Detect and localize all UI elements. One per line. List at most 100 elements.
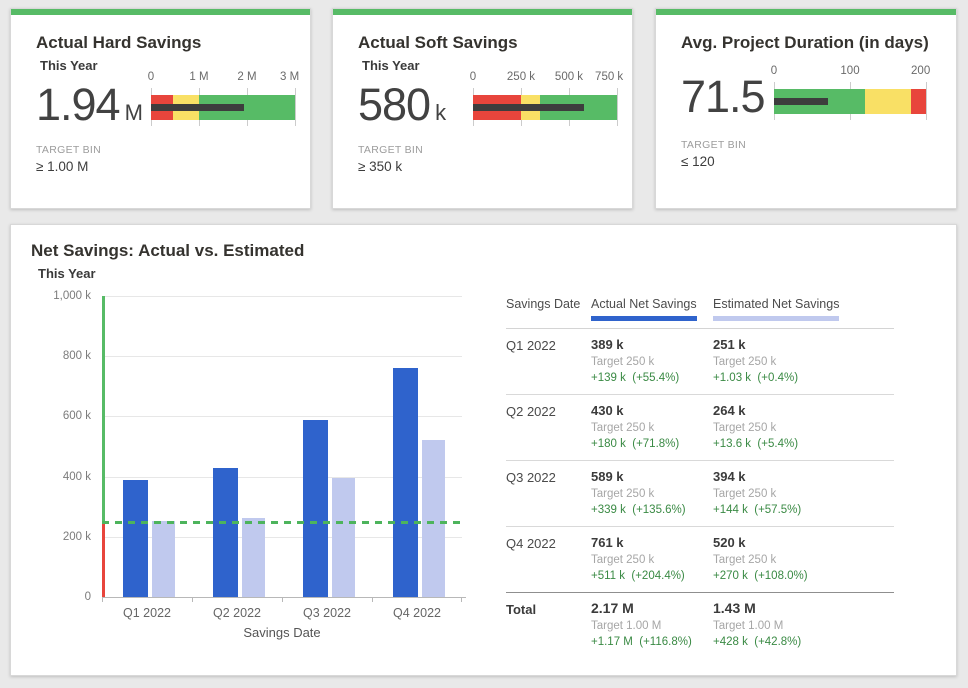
chart-subtitle: This Year: [38, 266, 96, 281]
cell-variance: +1.03 k (+0.4%): [713, 372, 894, 385]
bar-estimated-q2-2022[interactable]: [242, 518, 265, 597]
x-axis-tick: [192, 597, 193, 602]
target-bin-label: TARGET BIN: [681, 139, 746, 151]
cell-target: Target 1.00 M: [591, 620, 713, 633]
card-accent-bar: [333, 9, 632, 15]
bullet-segment-yellow: [865, 89, 911, 114]
bar-actual-q3-2022[interactable]: [303, 420, 328, 597]
x-axis-label: Q1 2022: [102, 606, 192, 620]
x-axis-tick: [461, 597, 462, 602]
bullet-tick-label: 750 k: [595, 71, 623, 83]
legend-swatch-actual: [591, 316, 697, 321]
x-axis-label: Q2 2022: [192, 606, 282, 620]
x-axis-tick: [102, 597, 103, 602]
table-row-q1-2022[interactable]: Q1 2022389 kTarget 250 k+139 k (+55.4%)2…: [506, 329, 894, 395]
bullet-segment-red: [911, 89, 926, 114]
bar-actual-q1-2022[interactable]: [123, 480, 148, 597]
kpi-card-actual-soft-savings: Actual Soft Savings This Year 580k 0250 …: [332, 8, 633, 209]
cell-target: Target 250 k: [591, 356, 713, 369]
row-label: Q3 2022: [506, 469, 591, 517]
target-bin-label: TARGET BIN: [36, 144, 101, 156]
cell-value: 1.43 M: [713, 601, 894, 616]
y-axis-label: 1,000 k: [53, 290, 91, 302]
cell-actual: 761 kTarget 250 k+511 k (+204.4%): [591, 535, 713, 583]
cell-value: 251 k: [713, 337, 894, 352]
x-axis-tick: [372, 597, 373, 602]
card-title: Actual Hard Savings: [36, 33, 201, 53]
cell-variance: +144 k (+57.5%): [713, 504, 894, 517]
cell-value: 589 k: [591, 469, 713, 484]
bar-actual-q4-2022[interactable]: [393, 368, 418, 597]
bullet-tick-label: 100: [840, 65, 859, 77]
card-subtitle: This Year: [362, 58, 420, 73]
y-axis-line-above-target: [102, 296, 105, 522]
table-row-q2-2022[interactable]: Q2 2022430 kTarget 250 k+180 k (+71.8%)2…: [506, 395, 894, 461]
target-bin-value: ≥ 1.00 M: [36, 159, 88, 174]
cell-value: 394 k: [713, 469, 894, 484]
savings-table-header: Savings Date Actual Net Savings Estimate…: [506, 297, 894, 329]
x-axis-line: [102, 597, 466, 598]
x-axis-title: Savings Date: [102, 625, 462, 640]
cell-value: 389 k: [591, 337, 713, 352]
bullet-tick-label: 0: [771, 65, 777, 77]
cell-value: 264 k: [713, 403, 894, 418]
table-row-q4-2022[interactable]: Q4 2022761 kTarget 250 k+511 k (+204.4%)…: [506, 527, 894, 592]
bar-estimated-q1-2022[interactable]: [152, 521, 175, 597]
row-label: Q1 2022: [506, 337, 591, 385]
cell-target: Target 250 k: [713, 554, 894, 567]
y-axis-line-below-target: [102, 522, 105, 597]
gridline: [102, 296, 462, 297]
kpi-card-actual-hard-savings: Actual Hard Savings This Year 1.94M 01 M…: [10, 8, 311, 209]
cell-actual: 589 k Target 250 k +339 k (+135.6%): [591, 469, 713, 517]
table-row-total[interactable]: Total2.17 MTarget 1.00 M+1.17 M (+116.8%…: [506, 592, 894, 658]
cell-target: Target 250 k: [591, 422, 713, 435]
col-header-estimated-net-savings: Estimated Net Savings: [713, 297, 894, 321]
bar-estimated-q4-2022[interactable]: [422, 440, 445, 597]
card-accent-bar: [11, 9, 310, 15]
bullet-chart: 0100200: [774, 65, 926, 127]
kpi-callout-value: 71.5: [681, 71, 770, 123]
cell-variance: +270 k (+108.0%): [713, 570, 894, 583]
bullet-tick-label: 2 M: [237, 71, 256, 83]
kpi-card-avg-project-duration: Avg. Project Duration (in days) 71.5 0 10…: [655, 8, 957, 209]
row-label: Q2 2022: [506, 403, 591, 451]
row-label: Total: [506, 601, 591, 649]
bullet-chart: 01 M2 M3 M: [151, 71, 295, 133]
y-axis-label: 800 k: [63, 350, 91, 362]
cell-estimated: 520 kTarget 250 k+270 k (+108.0%): [713, 535, 894, 583]
y-axis-label: 200 k: [63, 531, 91, 543]
kpi-value-unit: k: [435, 100, 446, 125]
cell-target: Target 250 k: [713, 356, 894, 369]
chart-title: Net Savings: Actual vs. Estimated: [31, 241, 304, 261]
cell-variance: +511 k (+204.4%): [591, 570, 713, 583]
kpi-value-number: 71.5: [681, 71, 765, 122]
cell-target: Target 250 k: [591, 488, 713, 501]
cell-estimated: 394 kTarget 250 k+144 k (+57.5%): [713, 469, 894, 517]
target-line: [102, 521, 462, 524]
savings-table: Savings Date Actual Net Savings Estimate…: [506, 297, 894, 658]
cell-actual: 2.17 MTarget 1.00 M+1.17 M (+116.8%): [591, 601, 713, 649]
table-row-q3-2022[interactable]: Q3 2022589 k Target 250 k +339 k (+135.6%)…: [506, 461, 894, 527]
card-title: Avg. Project Duration (in days): [681, 33, 929, 53]
cell-value: 2.17 M: [591, 601, 713, 616]
kpi-value-number: 580: [358, 79, 430, 130]
kpi-callout-value: 580k: [358, 79, 446, 131]
cell-variance: +339 k (+135.6%): [591, 504, 713, 517]
x-axis-label: Q4 2022: [372, 606, 462, 620]
kpi-callout-value: 1.94M: [36, 79, 143, 131]
savings-table-body: Q1 2022389 kTarget 250 k+139 k (+55.4%)2…: [506, 329, 894, 658]
col-header-actual-net-savings: Actual Net Savings: [591, 297, 713, 321]
target-bin-label: TARGET BIN: [358, 144, 423, 156]
bullet-tick-label: 250 k: [507, 71, 535, 83]
x-axis-label: Q3 2022: [282, 606, 372, 620]
bullet-tick: [926, 82, 927, 120]
net-savings-card: Net Savings: Actual vs. Estimated This Y…: [10, 224, 957, 676]
gridline: [102, 356, 462, 357]
card-title: Actual Soft Savings: [358, 33, 518, 53]
bar-estimated-q3-2022[interactable]: [332, 478, 355, 597]
legend-swatch-estimated: [713, 316, 839, 321]
col-header-label: Estimated Net Savings: [713, 297, 839, 311]
bar-actual-q2-2022[interactable]: [213, 468, 238, 597]
cell-value: 761 k: [591, 535, 713, 550]
x-axis-tick: [282, 597, 283, 602]
